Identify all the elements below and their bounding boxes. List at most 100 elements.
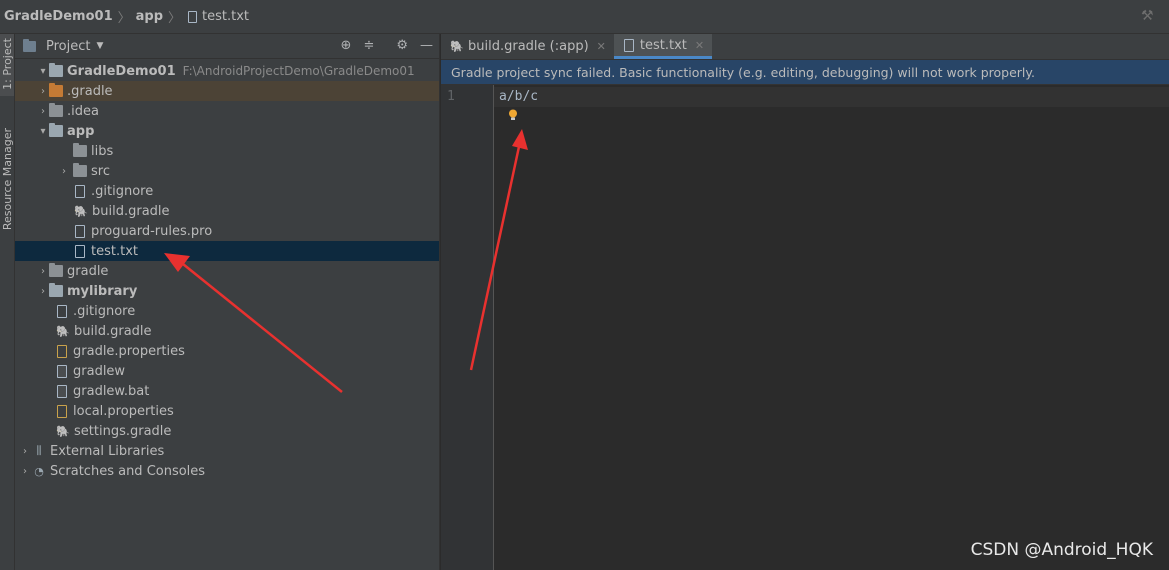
tree-item-idea[interactable]: › .idea xyxy=(15,101,439,121)
tree-item-label: gradle xyxy=(67,263,109,279)
tree-item-label: libs xyxy=(91,143,114,159)
tab-build-gradle[interactable]: 🐘 build.gradle (:app) ✕ xyxy=(441,34,614,59)
tab-label: build.gradle (:app) xyxy=(468,39,589,54)
tree-item-label: .idea xyxy=(67,103,99,119)
gradle-icon: 🐘 xyxy=(56,424,70,438)
project-tool-tab-label: 1: Project xyxy=(1,38,14,90)
folder-icon xyxy=(49,263,63,277)
tree-item-label: .gitignore xyxy=(91,183,154,199)
breadcrumb-module[interactable]: app xyxy=(136,9,163,24)
chevron-right-icon[interactable]: › xyxy=(37,86,49,97)
chevron-right-icon: 〉 xyxy=(117,11,131,26)
tree-item-label: mylibrary xyxy=(67,283,138,299)
properties-file-icon xyxy=(57,344,67,358)
tree-item-app[interactable]: ▾ app xyxy=(15,121,439,141)
tree-item-local-properties[interactable]: local.properties xyxy=(15,401,439,421)
project-tool-tab[interactable]: 1: Project xyxy=(0,34,14,96)
tree-item-label: build.gradle xyxy=(74,323,152,339)
tree-item-test-txt[interactable]: test.txt xyxy=(15,241,439,261)
tree-item-label: build.gradle xyxy=(92,203,170,219)
close-icon[interactable]: ✕ xyxy=(597,40,606,53)
resource-manager-tab-label: Resource Manager xyxy=(1,128,14,231)
module-folder-icon xyxy=(49,63,63,77)
tree-item-gitignore-app[interactable]: .gitignore xyxy=(15,181,439,201)
project-panel: Project ▼ ⊕ ≑ ⚙ — ▾ GradleDemo01 F:\Andr… xyxy=(15,34,440,570)
code-editor[interactable]: 1 a/b/c xyxy=(441,85,1169,570)
tree-item-label: proguard-rules.pro xyxy=(91,223,213,239)
tree-item-libs[interactable]: libs xyxy=(15,141,439,161)
editor-area: 🐘 build.gradle (:app) ✕ test.txt ✕ Gradl… xyxy=(441,34,1169,570)
tree-item-build-gradle-app[interactable]: 🐘 build.gradle xyxy=(15,201,439,221)
tree-item-gradle-cache[interactable]: › .gradle xyxy=(15,81,439,101)
folder-icon xyxy=(49,83,63,97)
breadcrumb-project[interactable]: GradleDemo01 xyxy=(4,9,113,24)
tree-item-gradlew[interactable]: gradlew xyxy=(15,361,439,381)
tree-item-label: gradlew.bat xyxy=(73,383,150,399)
scratches-icon: ◔ xyxy=(34,464,44,478)
tree-item-label: .gitignore xyxy=(73,303,136,319)
hammer-icon[interactable]: ⚒ xyxy=(1141,8,1157,24)
chevron-down-icon[interactable]: ▼ xyxy=(96,41,103,51)
tree-item-label: app xyxy=(67,123,95,139)
resource-manager-tab[interactable]: Resource Manager xyxy=(0,124,14,244)
tab-test-txt[interactable]: test.txt ✕ xyxy=(613,34,713,59)
folder-icon xyxy=(73,163,87,177)
tree-item-gradle[interactable]: › gradle xyxy=(15,261,439,281)
tree-item-label: Scratches and Consoles xyxy=(50,463,206,479)
gradle-icon: 🐘 xyxy=(450,40,464,53)
tree-item-src[interactable]: › src xyxy=(15,161,439,181)
code-line[interactable]: a/b/c xyxy=(499,89,538,104)
script-file-icon xyxy=(57,384,67,398)
gradle-icon: 🐘 xyxy=(74,204,88,218)
chevron-right-icon[interactable]: › xyxy=(19,446,31,457)
tree-item-label: gradlew xyxy=(73,363,126,379)
breadcrumb-file[interactable]: test.txt xyxy=(202,9,249,24)
tree-item-label: settings.gradle xyxy=(74,423,172,439)
tree-item-gradlew-bat[interactable]: gradlew.bat xyxy=(15,381,439,401)
tree-item-root[interactable]: ▾ GradleDemo01 F:\AndroidProjectDemo\Gra… xyxy=(15,61,439,81)
properties-file-icon xyxy=(57,404,67,418)
project-panel-title[interactable]: Project xyxy=(46,39,90,54)
tree-item-label: External Libraries xyxy=(50,443,165,459)
tree-item-settings-gradle[interactable]: 🐘 settings.gradle xyxy=(15,421,439,441)
chevron-right-icon: 〉 xyxy=(168,11,182,26)
text-file-icon xyxy=(75,224,85,238)
tree-item-mylibrary[interactable]: › mylibrary xyxy=(15,281,439,301)
text-file-icon xyxy=(188,10,198,23)
gear-icon[interactable]: ⚙ xyxy=(396,38,408,53)
tree-item-build-gradle-root[interactable]: 🐘 build.gradle xyxy=(15,321,439,341)
line-number: 1 xyxy=(447,89,455,104)
project-tree: ▾ GradleDemo01 F:\AndroidProjectDemo\Gra… xyxy=(15,59,439,481)
chevron-right-icon[interactable]: › xyxy=(55,166,73,177)
project-view-icon xyxy=(23,38,36,52)
text-file-icon xyxy=(75,244,85,258)
chevron-right-icon[interactable]: › xyxy=(19,466,31,477)
close-icon[interactable]: ✕ xyxy=(695,39,704,52)
chevron-down-icon[interactable]: ▾ xyxy=(37,126,49,137)
tree-item-label: GradleDemo01 xyxy=(67,63,176,79)
tree-item-scratches[interactable]: › ◔ Scratches and Consoles xyxy=(15,461,439,481)
module-folder-icon xyxy=(49,123,63,137)
hide-icon[interactable]: — xyxy=(420,38,433,53)
watermark: CSDN @Android_HQK xyxy=(970,540,1153,560)
script-file-icon xyxy=(57,364,67,378)
folder-icon xyxy=(49,103,63,117)
chevron-down-icon[interactable]: ▾ xyxy=(37,66,49,77)
tree-item-label: gradle.properties xyxy=(73,343,185,359)
chevron-right-icon[interactable]: › xyxy=(37,286,49,297)
gitignore-file-icon xyxy=(75,184,85,198)
libraries-icon: ⫼ xyxy=(36,444,42,457)
lightbulb-icon[interactable] xyxy=(508,109,518,121)
tree-item-gitignore-root[interactable]: .gitignore xyxy=(15,301,439,321)
gitignore-file-icon xyxy=(57,304,67,318)
navigation-breadcrumb: GradleDemo01 〉 app 〉 test.txt ⚒ xyxy=(0,0,1169,34)
locate-icon[interactable]: ⊕ xyxy=(341,38,352,53)
left-tool-strip: 1: Project Resource Manager xyxy=(0,34,15,570)
chevron-right-icon[interactable]: › xyxy=(37,106,49,117)
tree-item-gradle-properties[interactable]: gradle.properties xyxy=(15,341,439,361)
tree-item-external-libraries[interactable]: › ⫼ External Libraries xyxy=(15,441,439,461)
tree-item-proguard[interactable]: proguard-rules.pro xyxy=(15,221,439,241)
chevron-right-icon[interactable]: › xyxy=(37,266,49,277)
text-file-icon xyxy=(623,38,634,52)
collapse-all-icon[interactable]: ≑ xyxy=(363,38,374,53)
